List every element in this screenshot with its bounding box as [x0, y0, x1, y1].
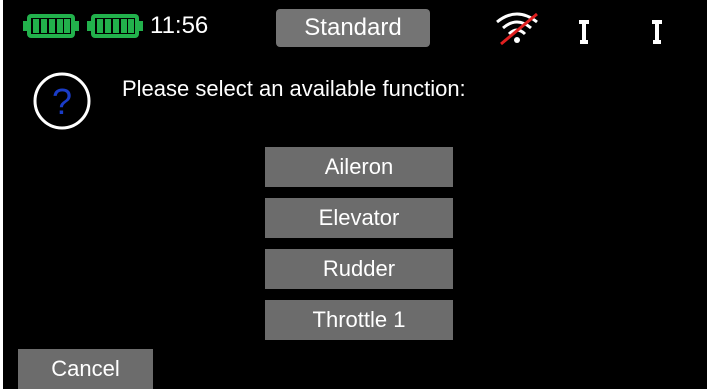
function-list: Aileron Elevator Rudder Throttle 1	[265, 147, 453, 351]
wifi-disabled-icon	[493, 10, 541, 51]
function-option-throttle-1[interactable]: Throttle 1	[265, 300, 453, 340]
antenna-icon	[578, 20, 590, 49]
battery-1-icon	[23, 14, 79, 38]
antenna-icon	[651, 20, 663, 49]
function-option-elevator[interactable]: Elevator	[265, 198, 453, 238]
function-option-aileron[interactable]: Aileron	[265, 147, 453, 187]
dialog-prompt: Please select an available function:	[122, 76, 466, 101]
cancel-button[interactable]: Cancel	[18, 349, 153, 389]
function-option-rudder[interactable]: Rudder	[265, 249, 453, 289]
battery-2-icon	[87, 14, 143, 38]
clock: 11:56	[150, 12, 209, 39]
transmitter-screen: 11:56 Standard ? Please select an availa…	[3, 0, 707, 389]
svg-text:?: ?	[52, 81, 72, 122]
question-icon: ?	[32, 71, 92, 131]
mode-button[interactable]: Standard	[276, 9, 430, 47]
